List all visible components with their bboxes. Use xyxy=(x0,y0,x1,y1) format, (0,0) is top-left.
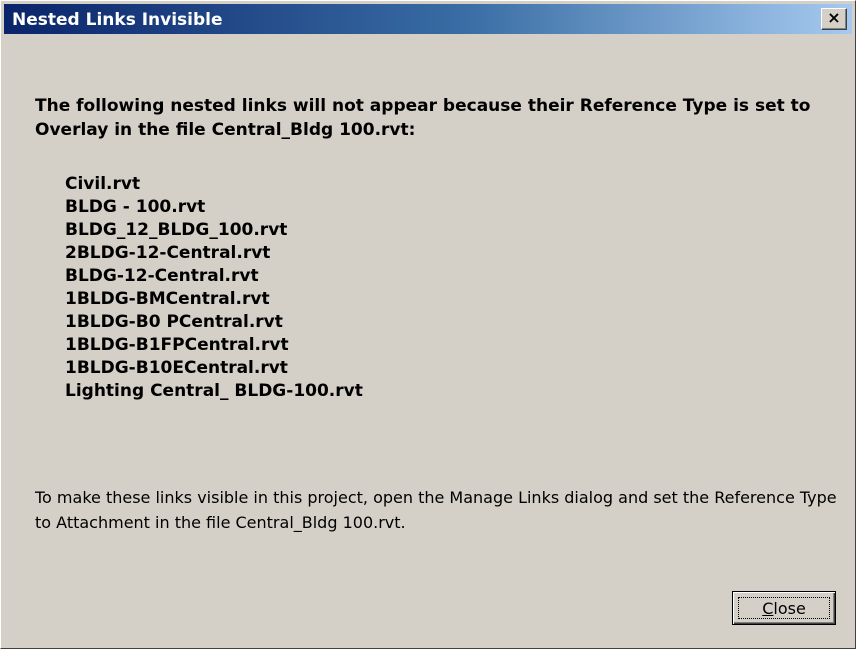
close-button-mnemonic: C xyxy=(762,598,774,618)
title-bar[interactable]: Nested Links Invisible × xyxy=(4,4,852,34)
list-item: 1BLDG-B10ECentral.rvt xyxy=(65,358,288,378)
dialog-window: Nested Links Invisible × The following n… xyxy=(0,0,856,649)
list-item: 1BLDG-B0 PCentral.rvt xyxy=(65,312,283,332)
close-button-label: lose xyxy=(773,598,806,618)
focus-rectangle: Close xyxy=(738,597,830,619)
window-title: Nested Links Invisible xyxy=(12,10,223,30)
message-heading: The following nested links will not appe… xyxy=(35,96,811,140)
list-item: BLDG_12_BLDG_100.rvt xyxy=(65,220,288,240)
close-button[interactable]: Close xyxy=(732,591,836,625)
list-item: 1BLDG-BMCentral.rvt xyxy=(65,289,270,309)
list-item: 2BLDG-12-Central.rvt xyxy=(65,243,271,263)
close-icon[interactable]: × xyxy=(821,8,847,30)
list-item: BLDG - 100.rvt xyxy=(65,197,206,217)
close-glyph: × xyxy=(827,8,841,27)
list-item: Civil.rvt xyxy=(65,174,141,194)
list-item: BLDG-12-Central.rvt xyxy=(65,266,259,286)
list-item: 1BLDG-B1FPCentral.rvt xyxy=(65,335,289,355)
list-item: Lighting Central_ BLDG-100.rvt xyxy=(65,381,363,401)
nested-links-list: Civil.rvt BLDG - 100.rvt BLDG_12_BLDG_10… xyxy=(65,173,363,403)
message-footer: To make these links visible in this proj… xyxy=(35,488,837,532)
